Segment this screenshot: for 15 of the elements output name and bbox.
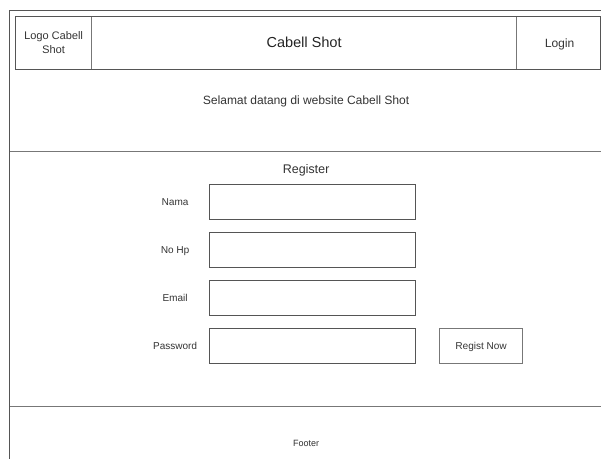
input-field[interactable] bbox=[209, 184, 416, 220]
login-link[interactable]: Login bbox=[544, 36, 574, 50]
input-field[interactable] bbox=[209, 232, 416, 268]
welcome-text: Selamat datang di website Cabell Shot bbox=[202, 93, 410, 107]
field-label: Email bbox=[161, 292, 188, 304]
logo-box: Logo Cabell Shot bbox=[16, 17, 92, 69]
field-label: Nama bbox=[160, 196, 190, 208]
input-field[interactable] bbox=[209, 328, 416, 364]
input-field[interactable] bbox=[209, 280, 416, 316]
field-label: No Hp bbox=[160, 244, 190, 256]
field-label: Password bbox=[152, 340, 198, 352]
register-heading: Register bbox=[282, 162, 330, 176]
site-title: Cabell Shot bbox=[266, 35, 342, 51]
footer-text: Footer bbox=[292, 438, 319, 448]
regist-button[interactable]: Regist Now bbox=[439, 328, 523, 364]
